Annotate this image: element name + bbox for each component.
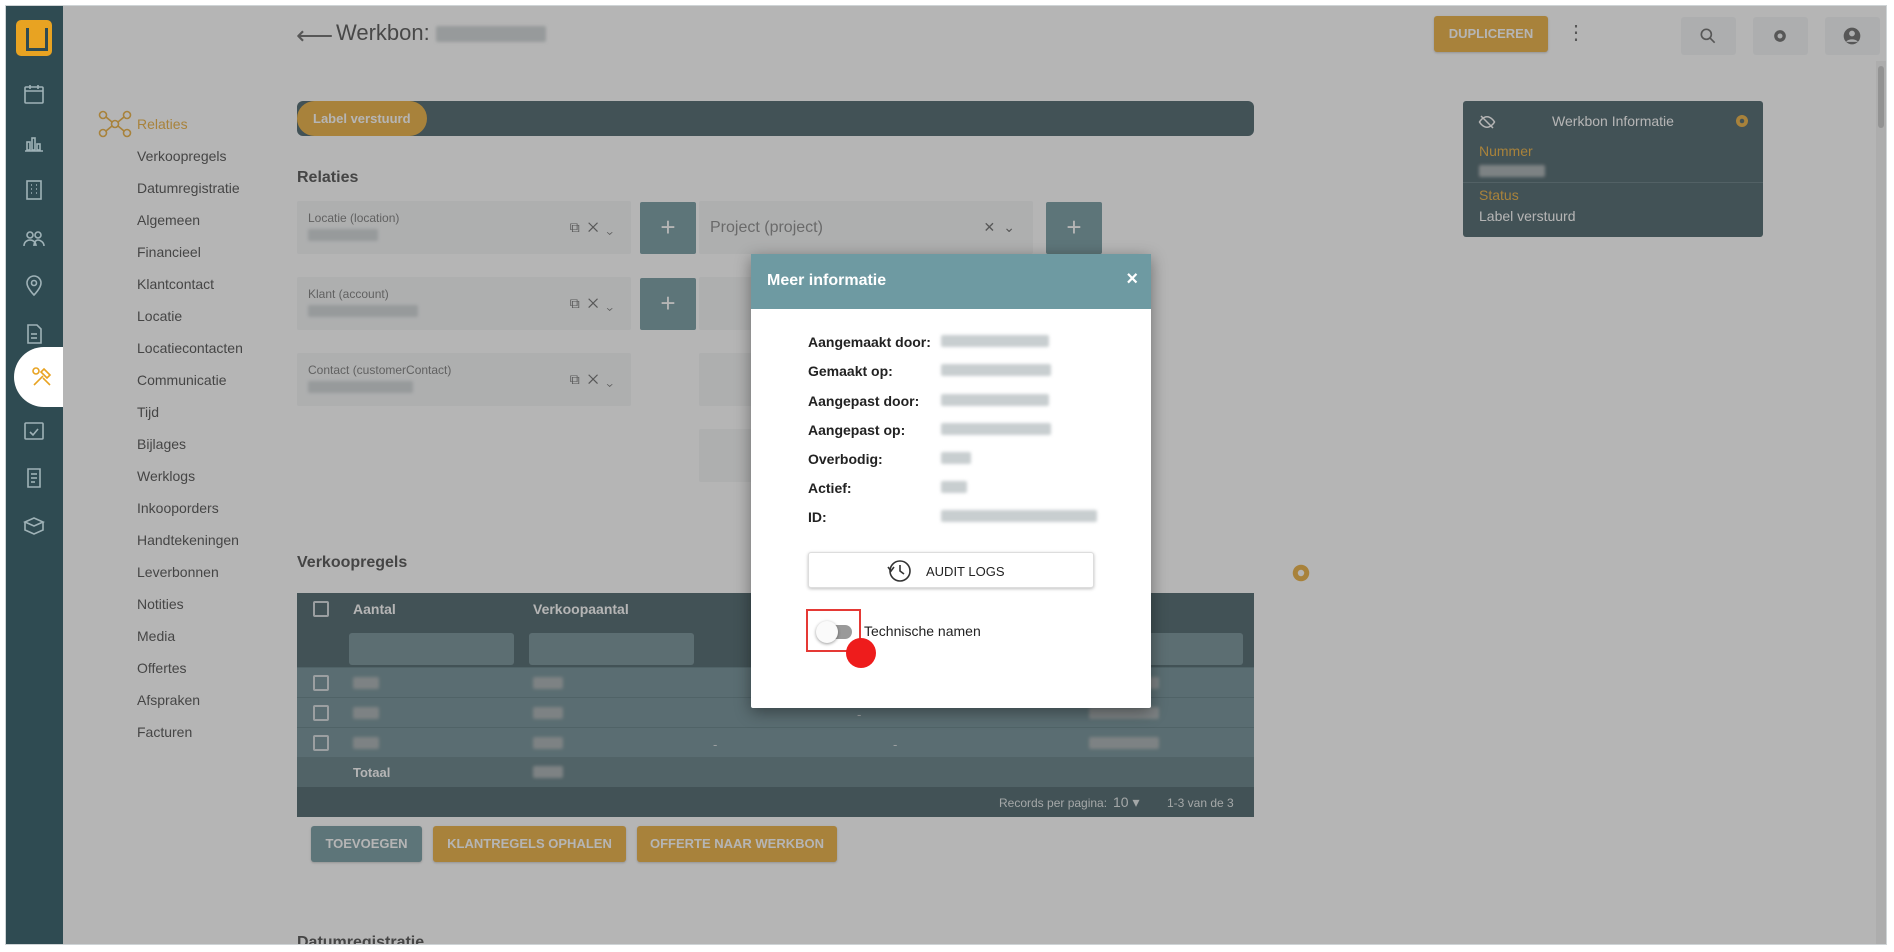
row-label: Actief: (808, 480, 852, 496)
actief-value (941, 481, 967, 493)
created-at-value (941, 364, 1051, 376)
info-row-created-by: Aangemaakt door: (808, 334, 931, 350)
info-row-modified-at: Aangepast op: (808, 422, 905, 438)
row-label: Overbodig: (808, 451, 883, 467)
id-value (941, 510, 1097, 522)
click-indicator (846, 638, 876, 668)
info-row-actief: Actief: (808, 480, 852, 496)
modified-at-value (941, 423, 1051, 435)
row-label: Aangepast op: (808, 422, 906, 438)
overbodig-value (941, 452, 971, 464)
dialog-title: Meer informatie (767, 272, 887, 289)
row-label: ID: (808, 509, 827, 525)
info-row-id: ID: (808, 509, 827, 525)
dialog-header: Meer informatie × (751, 254, 1151, 309)
row-label: Gemaakt op: (808, 363, 893, 379)
history-icon (887, 560, 911, 582)
meer-informatie-dialog: Meer informatie × Aangemaakt door: Gemaa… (751, 254, 1151, 708)
info-row-modified-by: Aangepast door: (808, 393, 919, 409)
created-by-value (941, 335, 1049, 347)
technical-names-label[interactable]: Technische namen (864, 623, 981, 639)
audit-logs-label: AUDIT LOGS (926, 564, 1005, 579)
info-row-overbodig: Overbodig: (808, 451, 883, 467)
modified-by-value (941, 394, 1049, 406)
row-label: Aangepast door: (808, 393, 920, 409)
info-row-created-at: Gemaakt op: (808, 363, 893, 379)
toggle-knob[interactable] (816, 621, 838, 643)
row-label: Aangemaakt door: (808, 334, 931, 350)
app-window: ⟵ Werkbon: DUPLICEREN ⋮ Relaties Verkoop… (5, 5, 1887, 945)
audit-logs-button[interactable]: AUDIT LOGS (808, 552, 1094, 588)
close-icon[interactable]: × (1126, 268, 1138, 291)
